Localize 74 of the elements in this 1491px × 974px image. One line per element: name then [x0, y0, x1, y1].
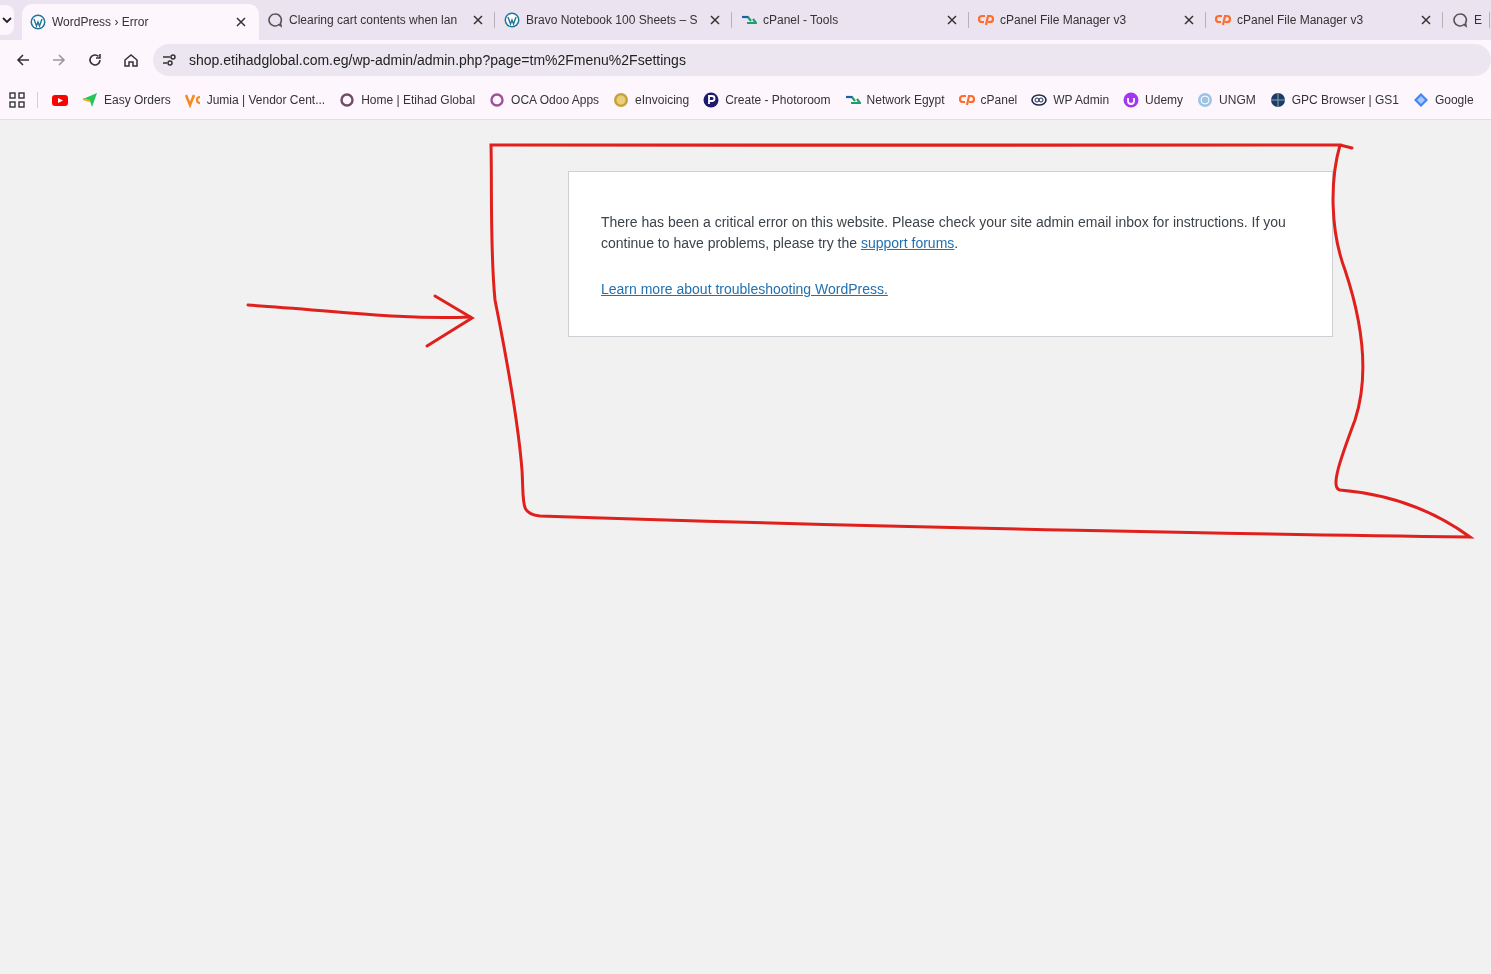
tab-favicon-icon	[1452, 12, 1468, 28]
close-icon[interactable]	[236, 17, 246, 27]
url-text: shop.etihadglobal.com.eg/wp-admin/admin.php?page=tm%2Fmenu%2Fsettings	[189, 52, 686, 68]
bookmark[interactable]: Home | Etihad Global	[333, 91, 484, 108]
browser-tab[interactable]: Clearing cart contents when lan	[259, 0, 496, 40]
bookmark-favicon-icon	[1412, 91, 1429, 108]
error-message: There has been a critical error on this website. Please check your site admin email inbox for instructions. If you continue to have problems, please try the support forums.	[601, 213, 1287, 253]
bookmark-favicon-icon	[1269, 91, 1286, 108]
bookmark-label: Jumia | Vendor Cent...	[206, 92, 326, 107]
bookmark[interactable]: eInvoicing	[607, 91, 698, 108]
bookmark[interactable]: WP Admin	[1025, 91, 1118, 108]
tab-title: Clearing cart contents when lan	[289, 13, 459, 27]
home-icon[interactable]	[123, 52, 139, 68]
close-icon[interactable]	[947, 15, 957, 25]
browser-tab[interactable]: cPanel File Manager v3	[1207, 0, 1444, 40]
tab-favicon-icon	[267, 12, 283, 28]
bookmark-label: Home | Etihad Global	[361, 92, 476, 107]
bookmark-favicon-icon	[613, 91, 630, 108]
bookmark-favicon-icon	[1197, 91, 1214, 108]
bookmark-favicon-icon	[489, 91, 506, 108]
bookmark[interactable]: Easy Orders	[76, 91, 179, 108]
bookmark-label: cPanel	[980, 92, 1018, 107]
tab-title: cPanel File Manager v3	[1237, 13, 1365, 27]
bookmark-label: eInvoicing	[635, 92, 690, 107]
tab-favicon-icon	[504, 12, 520, 28]
bookmark-favicon-icon	[82, 91, 98, 108]
close-icon[interactable]	[1184, 15, 1194, 25]
browser-tab[interactable]: Bravo Notebook 100 Sheets – S	[496, 0, 733, 40]
tab-favicon-icon	[978, 12, 994, 28]
tab-title: WordPress › Error	[52, 15, 150, 29]
troubleshooting-link[interactable]: Learn more about troubleshooting WordPress.	[601, 281, 888, 297]
bookmark[interactable]: Udemy	[1117, 91, 1192, 108]
bookmark-favicon-icon	[1123, 91, 1140, 108]
tab-title: cPanel - Tools	[763, 13, 840, 27]
close-icon[interactable]	[710, 15, 720, 25]
bookmark[interactable]: OCA Odoo Apps	[483, 91, 608, 108]
tab-title: E	[1474, 13, 1482, 27]
bookmark-label: WP Admin	[1053, 92, 1110, 107]
bookmark-label: Udemy	[1145, 92, 1184, 107]
tab-title: Bravo Notebook 100 Sheets – S	[526, 13, 699, 27]
bookmark-label: Create - Photoroom	[725, 92, 831, 107]
bookmark[interactable]: Jumia | Vendor Cent...	[178, 91, 334, 108]
site-settings-icon[interactable]	[161, 52, 177, 68]
bookmark[interactable]: Create - Photoroom	[697, 91, 839, 108]
bookmark-label: Easy Orders	[104, 92, 171, 107]
tab-favicon-icon	[1215, 12, 1231, 28]
bookmark-label: Google	[1434, 92, 1474, 107]
chevron-down-icon	[1, 14, 13, 26]
tab-title: cPanel File Manager v3	[1000, 13, 1128, 27]
forward-icon[interactable]	[51, 52, 67, 68]
apps-grid-icon[interactable]	[9, 91, 25, 108]
address-bar[interactable]: shop.etihadglobal.com.eg/wp-admin/admin.php?page=tm%2Fmenu%2Fsettings	[153, 44, 1491, 76]
browser-tab[interactable]: cPanel - Tools	[733, 0, 970, 40]
bookmark-label: UNGM	[1219, 92, 1256, 107]
bookmark-favicon-icon	[1031, 91, 1048, 108]
bookmark-label: Network Egypt	[866, 92, 945, 107]
bookmark[interactable]: Network Egypt	[838, 91, 953, 108]
bookmark[interactable]: cPanel	[952, 91, 1026, 108]
bookmark-favicon-icon	[339, 91, 356, 108]
close-icon[interactable]	[1421, 15, 1431, 25]
back-icon[interactable]	[15, 52, 31, 68]
tab-favicon-icon	[30, 14, 46, 30]
bookmark-label: OCA Odoo Apps	[511, 92, 600, 107]
bookmark-label: GPC Browser | GS1	[1291, 92, 1399, 107]
close-icon[interactable]	[473, 15, 483, 25]
tab-search-button[interactable]	[0, 5, 14, 35]
reload-icon[interactable]	[87, 52, 103, 68]
bookmark[interactable]: GPC Browser | GS1	[1263, 91, 1407, 108]
browser-tab[interactable]: E	[1444, 0, 1491, 40]
browser-tab[interactable]: WordPress › Error	[22, 4, 259, 40]
bookmark-favicon-icon	[703, 91, 720, 108]
bookmark[interactable]: UNGM	[1191, 91, 1264, 108]
browser-tab[interactable]: cPanel File Manager v3	[970, 0, 1207, 40]
bookmark[interactable]: Google	[1406, 91, 1482, 108]
